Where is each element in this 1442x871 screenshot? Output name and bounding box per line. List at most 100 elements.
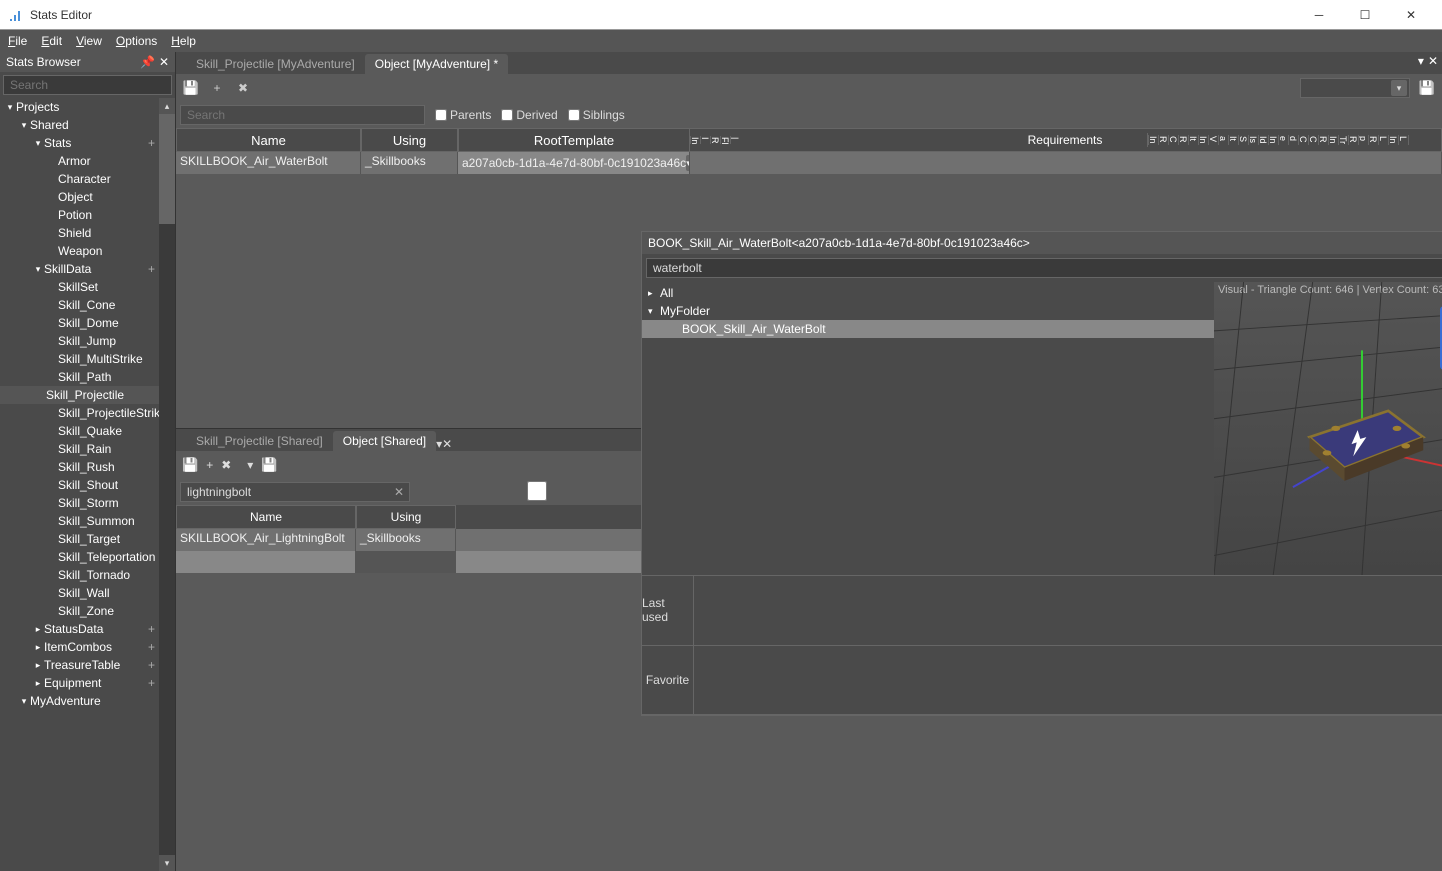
tree-item[interactable]: Skill_Shout bbox=[0, 476, 159, 494]
menu-view[interactable]: View bbox=[76, 34, 102, 48]
add-icon[interactable]: + bbox=[148, 622, 155, 636]
popup-tree[interactable]: ▸All ▾MyFolder BOOK_Skill_Air_WaterBolt bbox=[642, 282, 1214, 575]
tree-item[interactable]: Skill_Zone bbox=[0, 602, 159, 620]
tree-item[interactable]: Skill_Tornado bbox=[0, 566, 159, 584]
pin-icon[interactable]: 📌 bbox=[140, 55, 155, 69]
tree-book-item[interactable]: BOOK_Skill_Air_WaterBolt bbox=[682, 322, 826, 336]
tree-item[interactable]: Skill_MultiStrike bbox=[0, 350, 159, 368]
siblings-checkbox[interactable]: Siblings bbox=[568, 108, 625, 122]
scrollbar[interactable]: ▴ ▾ bbox=[159, 98, 175, 871]
cell-using: _Skillbooks bbox=[361, 152, 458, 174]
save-button[interactable] bbox=[182, 79, 200, 97]
menu-options[interactable]: Options bbox=[116, 34, 157, 48]
derived-checkbox[interactable]: Derived bbox=[501, 108, 557, 122]
cell-roottemplate[interactable]: a207a0cb-1d1a-4e7d-80bf-0c191023a46c▾ bbox=[458, 152, 690, 174]
tree-item[interactable]: Skill_ProjectileStrike bbox=[0, 404, 159, 422]
tree-item[interactable]: Skill_Dome bbox=[0, 314, 159, 332]
clear-icon[interactable]: ✕ bbox=[394, 485, 404, 499]
menu-help[interactable]: Help bbox=[171, 34, 196, 48]
add-icon[interactable]: + bbox=[148, 262, 155, 276]
tree-item-shield[interactable]: Shield bbox=[0, 224, 159, 242]
dropdown-icon[interactable]: ▾ bbox=[1418, 54, 1424, 68]
col-name[interactable]: Name bbox=[176, 128, 361, 152]
cell-name: SKILLBOOK_Air_LightningBolt bbox=[176, 529, 356, 551]
col-name[interactable]: Name bbox=[176, 505, 356, 529]
tree-all[interactable]: All bbox=[660, 286, 673, 300]
delete-button[interactable]: ✖ bbox=[221, 458, 231, 472]
tree-item[interactable]: Skill_Cone bbox=[0, 296, 159, 314]
tree-item[interactable]: Skill_Rush bbox=[0, 458, 159, 476]
tree-item[interactable]: Skill_Teleportation bbox=[0, 548, 159, 566]
tree-item-potion[interactable]: Potion bbox=[0, 206, 159, 224]
save-button-2[interactable] bbox=[1418, 79, 1436, 97]
close-button[interactable]: ✕ bbox=[1388, 0, 1434, 30]
upper-tabs: Skill_Projectile [MyAdventure] Object [M… bbox=[176, 52, 1442, 74]
app-icon bbox=[8, 7, 24, 23]
parents-checkbox[interactable]: Parents bbox=[435, 108, 491, 122]
upper-search-input[interactable] bbox=[180, 105, 425, 125]
tree-item[interactable]: Skill_Summon bbox=[0, 512, 159, 530]
tree-shared[interactable]: Shared bbox=[30, 118, 69, 132]
sidebar-search[interactable] bbox=[3, 75, 172, 95]
tree-item-object[interactable]: Object bbox=[0, 188, 159, 206]
sidebar-close-icon[interactable]: ✕ bbox=[159, 55, 169, 69]
add-icon[interactable]: + bbox=[148, 136, 155, 150]
tree-item-character[interactable]: Character bbox=[0, 170, 159, 188]
tree-item-armor[interactable]: Armor bbox=[0, 152, 159, 170]
tab-close-icon[interactable]: ✕ bbox=[442, 437, 452, 451]
viewport-3d[interactable]: Visual - Triangle Count: 646 | Vertex Co… bbox=[1214, 282, 1442, 575]
dropdown[interactable]: ▾ bbox=[247, 458, 253, 472]
add-icon[interactable]: + bbox=[148, 676, 155, 690]
tab-close-icon[interactable]: ✕ bbox=[1428, 54, 1438, 68]
tree-myadventure[interactable]: MyAdventure bbox=[30, 694, 101, 708]
add-icon[interactable]: + bbox=[148, 658, 155, 672]
tree-statusdata[interactable]: StatusData bbox=[44, 622, 103, 636]
tree-item[interactable]: Skill_Target bbox=[0, 530, 159, 548]
tree-skilldata[interactable]: SkillData bbox=[44, 262, 91, 276]
tree-equipment[interactable]: Equipment bbox=[44, 676, 101, 690]
template-picker-popup: BOOK_Skill_Air_WaterBolt<a207a0cb-1d1a-4… bbox=[641, 231, 1442, 716]
menu-file[interactable]: File bbox=[8, 34, 27, 48]
tree-item[interactable]: SkillSet bbox=[0, 278, 159, 296]
col-using[interactable]: Using bbox=[356, 505, 456, 529]
tree-stats[interactable]: Stats bbox=[44, 136, 71, 150]
tree-item[interactable]: Skill_Quake bbox=[0, 422, 159, 440]
tab-skill-projectile[interactable]: Skill_Projectile [MyAdventure] bbox=[186, 54, 365, 74]
tree-item[interactable]: Skill_Wall bbox=[0, 584, 159, 602]
tree-item[interactable]: Skill_Jump bbox=[0, 332, 159, 350]
tree-treasuretable[interactable]: TreasureTable bbox=[44, 658, 120, 672]
add-icon[interactable]: + bbox=[148, 640, 155, 654]
favorite-label: Favorite bbox=[642, 646, 694, 716]
col-using[interactable]: Using bbox=[361, 128, 458, 152]
tree-item[interactable]: Skill_Storm bbox=[0, 494, 159, 512]
sidebar-tree[interactable]: ▾Projects ▾Shared ▾Stats+ Armor Characte… bbox=[0, 98, 175, 871]
delete-button[interactable]: ✖ bbox=[234, 79, 252, 97]
lower-search-input[interactable] bbox=[180, 482, 410, 502]
add-button[interactable]: + bbox=[206, 458, 213, 472]
tree-item[interactable]: Skill_Path bbox=[0, 368, 159, 386]
tab-skill-projectile-shared[interactable]: Skill_Projectile [Shared] bbox=[186, 431, 333, 451]
dropdown[interactable]: ▾ bbox=[1300, 78, 1410, 98]
last-used-label: Last used bbox=[642, 576, 694, 646]
parents-checkbox[interactable]: Par bbox=[422, 481, 671, 504]
tree-item-weapon[interactable]: Weapon bbox=[0, 242, 159, 260]
popup-search-input[interactable] bbox=[646, 258, 1442, 278]
menu-edit[interactable]: Edit bbox=[41, 34, 62, 48]
maximize-button[interactable]: ☐ bbox=[1342, 0, 1388, 30]
save-button-2[interactable] bbox=[261, 457, 277, 473]
upper-grid-row[interactable]: SKILLBOOK_Air_WaterBolt _Skillbooks a207… bbox=[176, 152, 1442, 174]
tab-object-myadventure[interactable]: Object [MyAdventure] * bbox=[365, 54, 508, 74]
minimize-button[interactable]: ─ bbox=[1296, 0, 1342, 30]
col-requirements[interactable]: Requirements bbox=[983, 133, 1148, 147]
book-3d-model bbox=[1292, 392, 1432, 495]
add-button[interactable]: + bbox=[208, 79, 226, 97]
sidebar-header: Stats Browser 📌 ✕ bbox=[0, 52, 175, 72]
col-roottemplate[interactable]: RootTemplate bbox=[458, 128, 690, 152]
tree-itemcombos[interactable]: ItemCombos bbox=[44, 640, 112, 654]
tree-myfolder[interactable]: MyFolder bbox=[660, 304, 710, 318]
save-button[interactable] bbox=[182, 457, 198, 473]
tab-object-shared[interactable]: Object [Shared] bbox=[333, 431, 436, 451]
tree-item-skill-projectile[interactable]: Skill_Projectile bbox=[46, 388, 124, 402]
tree-projects[interactable]: Projects bbox=[16, 100, 59, 114]
tree-item[interactable]: Skill_Rain bbox=[0, 440, 159, 458]
